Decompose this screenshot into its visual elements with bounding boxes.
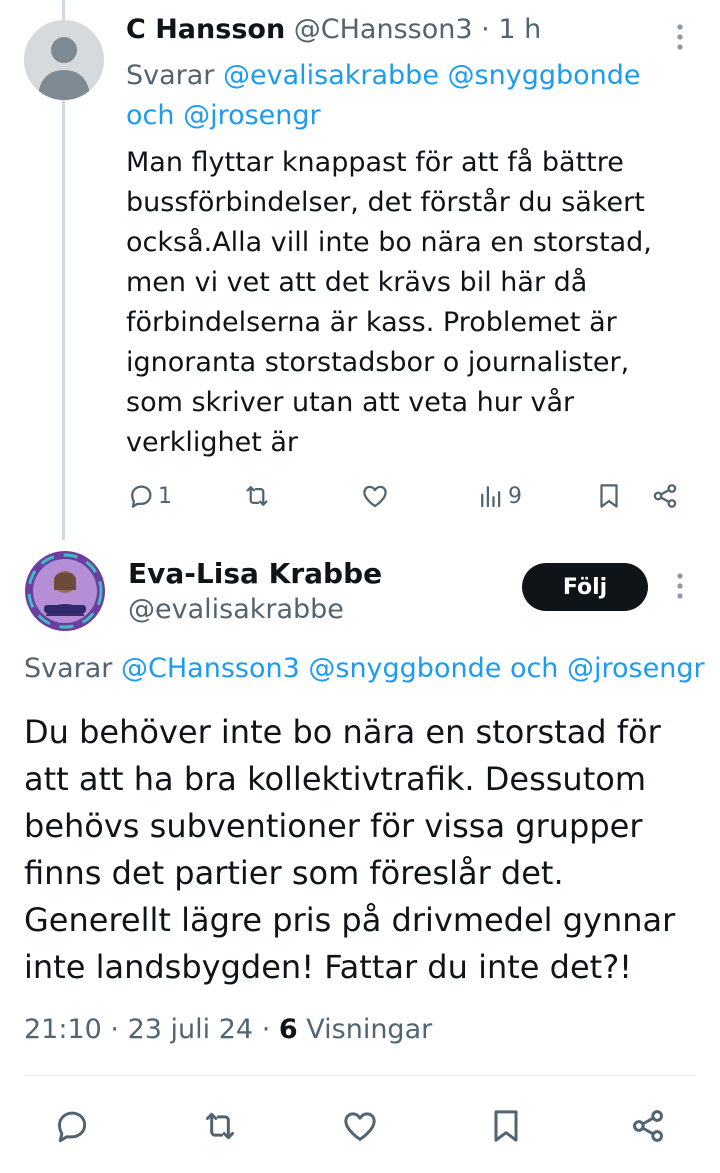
mention-link[interactable]: @jrosengr (183, 100, 321, 131)
reply-icon (131, 485, 152, 508)
avatar[interactable] (24, 550, 106, 632)
profile-photo-icon (25, 551, 105, 631)
mention-link[interactable]: @CHansson3 (121, 653, 300, 684)
divider (24, 1075, 696, 1076)
views-number: 6 (278, 1014, 298, 1045)
like-icon (344, 1112, 376, 1141)
views-button[interactable]: 9 (476, 476, 522, 516)
tweet-text: Du behöver inte bo nära en storstad för … (24, 713, 676, 986)
reply-header: C Hansson @CHansson3 · 1 h (126, 14, 541, 45)
share-icon (653, 484, 677, 508)
views-icon (481, 486, 501, 508)
separator: · (481, 14, 490, 45)
replying-to: Svarar @evalisakrabbe @snyggbonde och @j… (126, 56, 666, 136)
like-button[interactable] (334, 1100, 386, 1152)
author-name[interactable]: Eva-Lisa Krabbe (128, 557, 382, 590)
and-word: och (126, 100, 175, 131)
retweet-icon (246, 486, 268, 506)
bookmark-button[interactable] (480, 1100, 532, 1152)
tweet-actions (24, 1100, 696, 1152)
views-count: 9 (508, 483, 522, 509)
replying-to-label: Svarar (126, 60, 215, 91)
share-icon (633, 1110, 663, 1142)
mention-link[interactable]: @jrosengr (567, 653, 705, 684)
views-label: Visningar (306, 1014, 433, 1045)
separator: · (110, 1014, 119, 1045)
tweet-time[interactable]: 21:10 (24, 1014, 102, 1045)
default-avatar-icon (24, 20, 104, 100)
tweet-meta: 21:10 · 23 juli 24 · 6 Visningar (24, 1014, 432, 1045)
separator: · (261, 1014, 271, 1045)
mention-link[interactable]: @snyggbonde (448, 60, 641, 91)
follow-button[interactable]: Följ (522, 563, 648, 611)
like-button[interactable] (360, 476, 390, 516)
reply-button[interactable] (46, 1100, 98, 1152)
more-icon[interactable] (670, 22, 690, 52)
reply-text: Man flyttar knappast för att få bättre b… (126, 147, 652, 458)
reply-actions: 1 9 (126, 476, 686, 516)
bookmark-icon (600, 484, 618, 508)
replying-to: Svarar @CHansson3 @snyggbonde och @jrose… (24, 653, 705, 684)
bookmark-button[interactable] (594, 476, 624, 516)
avatar[interactable] (24, 20, 104, 100)
author-handle[interactable]: @CHansson3 (294, 14, 473, 45)
bookmark-icon (494, 1110, 518, 1142)
retweet-icon (206, 1112, 234, 1140)
retweet-button[interactable] (194, 1100, 246, 1152)
reply-icon (58, 1111, 87, 1143)
timestamp[interactable]: 1 h (498, 14, 541, 45)
author-name[interactable]: C Hansson (126, 14, 285, 45)
replying-to-label: Svarar (24, 653, 113, 684)
tweet-date[interactable]: 23 juli 24 (128, 1014, 254, 1045)
reply-button[interactable]: 1 (126, 476, 172, 516)
mention-link[interactable]: @snyggbonde (308, 653, 501, 684)
mention-link[interactable]: @evalisakrabbe (223, 60, 439, 91)
and-word: och (509, 653, 559, 684)
retweet-button[interactable] (242, 476, 272, 516)
author-handle[interactable]: @evalisakrabbe (128, 594, 344, 625)
share-button[interactable] (622, 1100, 674, 1152)
like-icon (363, 485, 387, 508)
more-icon[interactable] (670, 571, 690, 601)
reply-count: 1 (158, 483, 172, 509)
share-button[interactable] (650, 476, 680, 516)
